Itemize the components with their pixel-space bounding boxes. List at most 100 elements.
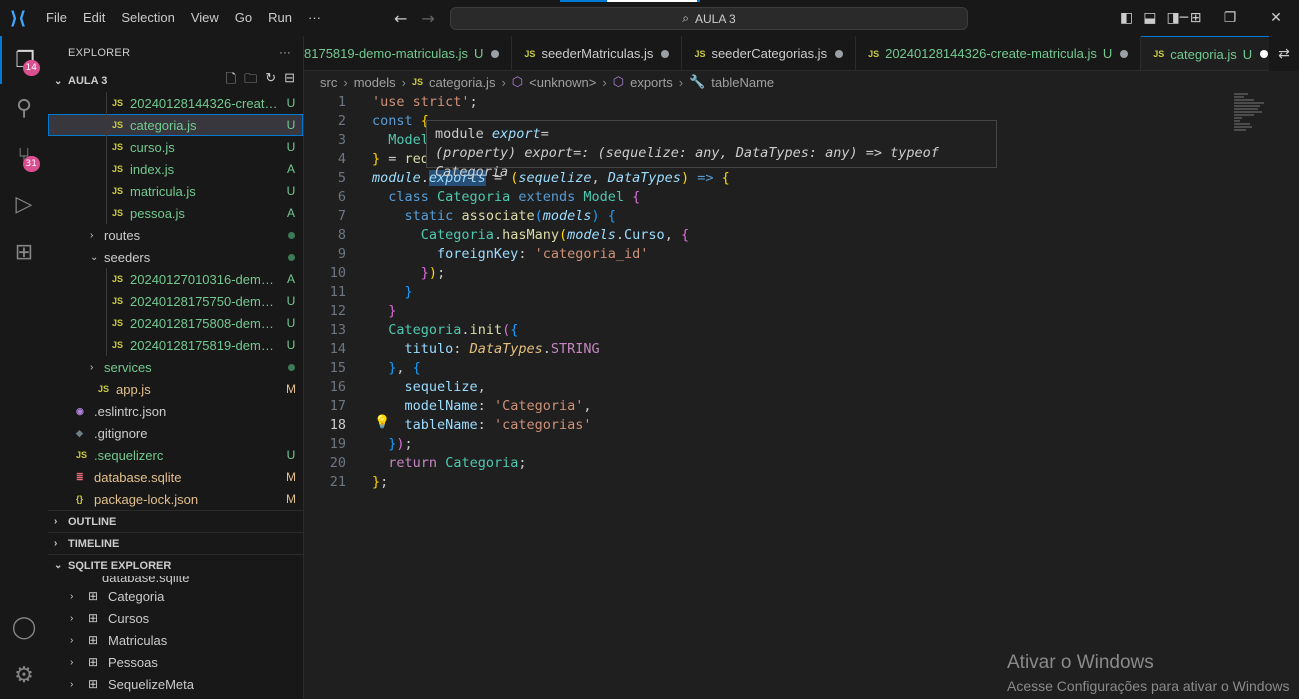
workspace-folder-header[interactable]: ⌄ AULA 3 🗋 🗀 ↻ ⊟ (48, 70, 303, 92)
indent-guide (106, 92, 107, 114)
new-file-icon[interactable]: 🗋 (226, 70, 236, 92)
menu-item[interactable]: File (38, 0, 75, 36)
explorer-icon[interactable]: ❐ 14 (0, 36, 48, 84)
file-name: seeders (104, 249, 151, 265)
editor-tab[interactable]: JS seederCategorias.js (682, 36, 857, 70)
tree-file[interactable]: JS matricula.js U (48, 180, 303, 202)
chevron-right-icon: › (90, 229, 94, 241)
new-folder-icon[interactable]: 🗀 (244, 70, 257, 92)
outline-section[interactable]: › OUTLINE (48, 510, 303, 532)
sqlite-table-item[interactable]: › ⊞ SequelizeMeta (48, 673, 303, 695)
refresh-icon[interactable]: ↻ (265, 70, 276, 92)
breadcrumb-tablename[interactable]: tableName (711, 75, 774, 90)
editor-tab[interactable]: JS categoria.js U (1141, 36, 1282, 70)
tree-file[interactable]: JS 20240127010316-demo-pess... A (48, 268, 303, 290)
editor-tab[interactable]: JS seederMatriculas.js (512, 36, 683, 70)
account-icon[interactable]: ◯ (0, 603, 48, 651)
code-line: 9 foreignKey: 'categoria_id' (337, 246, 649, 262)
tree-file[interactable]: ◆ .gitignore (48, 422, 303, 444)
table-name: Pessoas (108, 654, 158, 670)
timeline-section[interactable]: › TIMELINE (48, 532, 303, 554)
tree-file[interactable]: JS 20240128175808-demo-curs... U (48, 312, 303, 334)
minimize-icon[interactable]: ─ (1161, 0, 1207, 36)
menu-item[interactable]: Selection (113, 0, 182, 36)
tree-folder[interactable]: › routes (48, 224, 303, 246)
editor-tab[interactable]: JS 20240128144326-create-matricula.js U (856, 36, 1142, 70)
git-status (279, 228, 303, 242)
toggle-sidebar-icon[interactable]: ◧ (1120, 10, 1133, 26)
unsaved-dot-icon[interactable] (835, 49, 844, 58)
tree-file[interactable]: JS app.js M (48, 378, 303, 400)
open-changes-icon[interactable]: ⇄ (1269, 36, 1299, 71)
sqlite-explorer-section[interactable]: ⌄ SQLITE EXPLORER (48, 554, 303, 576)
run-debug-icon[interactable]: ▷ (0, 180, 48, 228)
tree-file[interactable]: JS 20240128175750-demo-cate... U (48, 290, 303, 312)
table-name: Categoria (108, 588, 165, 604)
collapse-all-icon[interactable]: ⊟ (284, 70, 295, 92)
sqlite-db-item[interactable]: database.sqlite (48, 576, 303, 585)
sqlite-table-item[interactable]: › ⊞ Categoria (48, 585, 303, 607)
breadcrumb-unknown[interactable]: <unknown> (529, 75, 596, 90)
menu-item[interactable]: Go (227, 0, 260, 36)
tree-file[interactable]: ≣ database.sqlite M (48, 466, 303, 488)
js-file-icon: JS (112, 318, 124, 328)
js-file-icon: JS (112, 142, 124, 152)
close-icon[interactable]: ✕ (1253, 0, 1299, 36)
manage-gear-icon[interactable]: ⚙ (0, 651, 48, 699)
tree-file[interactable]: JS curso.js U (48, 136, 303, 158)
tree-folder[interactable]: › services (48, 356, 303, 378)
sqlite-table-item[interactable]: › ⊞ Matriculas (48, 629, 303, 651)
sqlite-table-item[interactable]: › ⊞ Cursos (48, 607, 303, 629)
breadcrumb-models[interactable]: models (354, 75, 396, 90)
tree-folder[interactable]: ⌄ seeders (48, 246, 303, 268)
unsaved-dot-icon[interactable] (491, 49, 500, 58)
tree-file[interactable]: JS 20240128175819-demo-mat... U (48, 334, 303, 356)
back-arrow-icon[interactable]: ← (394, 9, 407, 28)
forward-arrow-icon[interactable]: → (421, 9, 434, 28)
breadcrumb-exports[interactable]: exports (630, 75, 673, 90)
unsaved-dot-icon[interactable] (1260, 50, 1269, 58)
git-status: A (286, 162, 295, 176)
tab-git-status: U (474, 46, 484, 61)
indent-guide (106, 334, 107, 356)
tree-file[interactable]: {} package-lock.json M (48, 488, 303, 510)
minimap[interactable] (1234, 93, 1284, 143)
breadcrumb-file[interactable]: categoria.js (429, 75, 495, 90)
file-name: curso.js (130, 139, 175, 155)
more-actions-icon[interactable]: ··· (279, 47, 291, 59)
git-status: A (286, 272, 295, 286)
extensions-icon[interactable]: ⊞ (0, 228, 48, 276)
tree-file[interactable]: ◉ .eslintrc.json (48, 400, 303, 422)
editor-tab[interactable]: 8175819-demo-matriculas.js U (304, 36, 513, 70)
command-center-label: AULA 3 (695, 11, 736, 26)
explorer-badge: 14 (22, 60, 40, 76)
menu-item[interactable]: Edit (75, 0, 113, 36)
source-control-icon[interactable]: ⑂ 31 (0, 132, 48, 180)
hover-signature: (property) export=: (sequelize: any, Dat… (435, 145, 939, 180)
tree-file[interactable]: JS categoria.js U (48, 114, 303, 136)
code-line: 19 }); (329, 436, 413, 452)
cube-icon: ⬡ (612, 74, 625, 89)
unsaved-dot-icon[interactable] (1120, 49, 1129, 58)
maximize-icon[interactable]: ❐ (1207, 0, 1253, 36)
tree-file[interactable]: JS .sequelizerc U (48, 444, 303, 466)
menu-item[interactable]: ··· (300, 0, 329, 36)
title-bar: ⟩⟨ File Edit Selection View Go Run ··· ← → ⌕ A… (0, 0, 1299, 36)
command-center-search[interactable]: ⌕ AULA 3 (450, 7, 968, 30)
breadcrumb-src[interactable]: src (320, 75, 337, 90)
code-line: 8 Categoria.hasMany(models.Curso, { (337, 227, 690, 243)
search-icon[interactable]: ⚲ (0, 84, 48, 132)
unsaved-dot-icon[interactable] (661, 49, 670, 58)
lightbulb-icon[interactable]: 💡 (374, 415, 390, 430)
sqlite-table-item[interactable]: › ⊞ Pessoas (48, 651, 303, 673)
tree-file[interactable]: JS 20240128144326-create-mat... U (48, 92, 303, 114)
menu-item[interactable]: Run (260, 0, 300, 36)
js-file-icon: JS (76, 450, 88, 460)
code-line: 11 } (329, 284, 413, 300)
toggle-panel-icon[interactable]: ⬓ (1143, 10, 1156, 26)
code-editor[interactable]: 1'use strict'; 2 const { 3 Model 4} = req… (304, 93, 1299, 699)
file-name: 20240128175808-demo-curs... (130, 315, 279, 331)
tree-file[interactable]: JS index.js A (48, 158, 303, 180)
menu-item[interactable]: View (183, 0, 227, 36)
tree-file[interactable]: JS pessoa.js A (48, 202, 303, 224)
